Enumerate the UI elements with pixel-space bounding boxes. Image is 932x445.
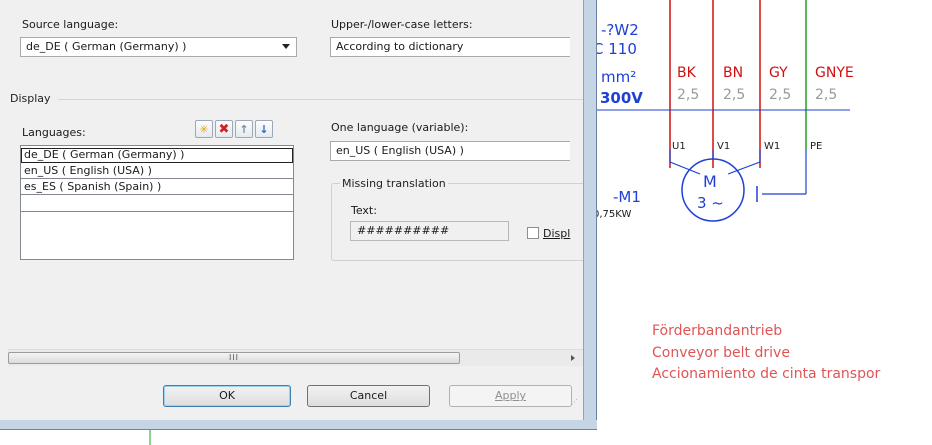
terminal-label: PE — [810, 141, 823, 152]
one-language-label: One language (variable): — [331, 121, 469, 134]
display-separator — [58, 99, 583, 100]
description-line: Förderbandantrieb — [652, 323, 783, 339]
wire-color-label: BN — [723, 65, 744, 81]
horizontal-scrollbar[interactable]: III — [8, 349, 583, 366]
one-language-dropdown[interactable]: en_US ( English (USA) ) — [330, 141, 570, 161]
dialog-frame-bottom — [0, 420, 597, 430]
scrollbar-thumb[interactable]: III — [8, 352, 460, 364]
terminal-label: V1 — [717, 141, 731, 152]
display-checkbox[interactable] — [527, 227, 539, 239]
one-language-value: en_US ( English (USA) ) — [336, 144, 464, 157]
list-item[interactable]: en_US ( English (USA) ) — [21, 164, 293, 179]
translation-settings-dialog: Source language: de_DE ( German (Germany… — [0, 0, 597, 420]
source-language-value: de_DE ( German (Germany) ) — [26, 40, 187, 53]
description-line: Conveyor belt drive — [652, 345, 790, 361]
missing-translation-title: Missing translation — [340, 177, 448, 190]
ok-button[interactable]: OK — [163, 385, 291, 407]
wire-size-label: 2,5 — [815, 87, 838, 103]
languages-list[interactable]: de_DE ( German (Germany) ) en_US ( Engli… — [20, 145, 294, 260]
scroll-right-icon[interactable] — [571, 355, 575, 361]
delete-icon[interactable]: ✖ — [215, 120, 233, 138]
display-group-title: Display — [10, 92, 51, 105]
case-value: According to dictionary — [336, 40, 464, 53]
resize-grip-icon[interactable]: ⋰ — [571, 398, 579, 406]
text-label: Text: — [351, 204, 377, 217]
wire-color-label: GNYE — [815, 65, 854, 81]
motor-phase: 3 ~ — [697, 194, 724, 212]
cancel-button[interactable]: Cancel — [307, 385, 430, 407]
terminal-label: W1 — [764, 141, 781, 152]
terminal-label: U1 — [672, 141, 686, 152]
source-language-dropdown[interactable]: de_DE ( German (Germany) ) — [20, 37, 297, 57]
apply-button[interactable]: Apply — [449, 385, 572, 407]
wire-size-label: 2,5 — [769, 87, 792, 103]
source-language-label: Source language: — [22, 18, 119, 31]
languages-label: Languages: — [22, 126, 86, 139]
motor-id: -M1 — [613, 188, 641, 206]
motor-letter: M — [703, 172, 717, 191]
cable-unit: mm² — [601, 68, 637, 86]
display-checkbox-label: Displ — [543, 227, 571, 240]
wire-id: -?W2 — [601, 21, 639, 39]
missing-text-field[interactable]: ########## — [350, 221, 509, 241]
case-label: Upper-/lower-case letters: — [331, 18, 473, 31]
new-icon[interactable]: ✳ — [195, 120, 213, 138]
motor-power: 0,75KW — [593, 209, 632, 220]
wire-size-label: 2,5 — [723, 87, 746, 103]
wire-size-label: 2,5 — [677, 87, 700, 103]
wire-color-label: GY — [769, 65, 788, 81]
case-dropdown[interactable]: According to dictionary — [330, 37, 570, 57]
list-item[interactable] — [21, 196, 293, 212]
move-up-icon[interactable]: ↑ — [235, 120, 253, 138]
wire-color-label: BK — [677, 65, 696, 81]
list-item[interactable]: de_DE ( German (Germany) ) — [21, 148, 293, 163]
cable-type: C 110 — [593, 40, 637, 58]
move-down-icon[interactable]: ↓ — [255, 120, 273, 138]
description-line: Accionamiento de cinta transpor — [652, 366, 881, 382]
cable-voltage: 300V — [600, 89, 643, 107]
list-item[interactable]: es_ES ( Spanish (Spain) ) — [21, 180, 293, 195]
chevron-down-icon — [282, 44, 290, 49]
dialog-frame-right — [583, 0, 597, 430]
